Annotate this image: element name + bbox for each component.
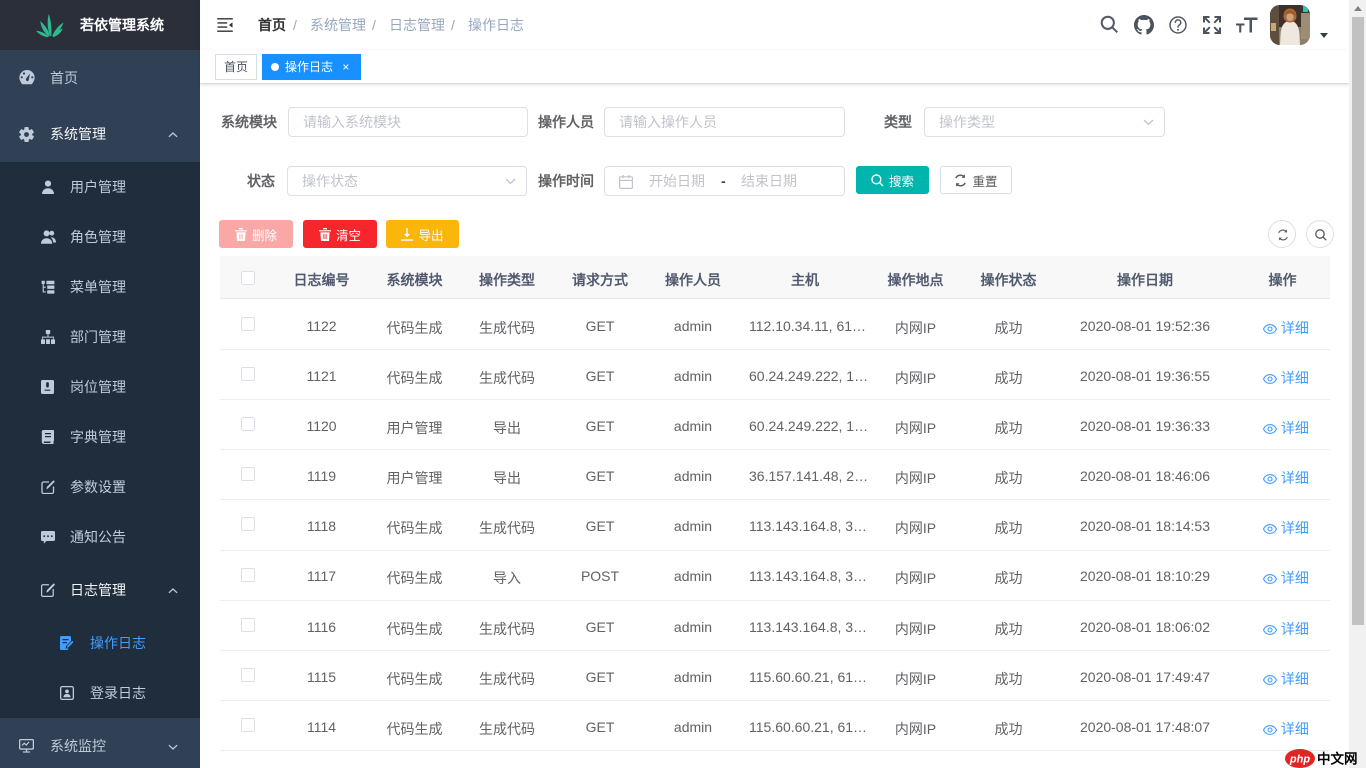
svg-text:php: php [1289,754,1310,766]
svg-text:中文网: 中文网 [1317,751,1358,767]
